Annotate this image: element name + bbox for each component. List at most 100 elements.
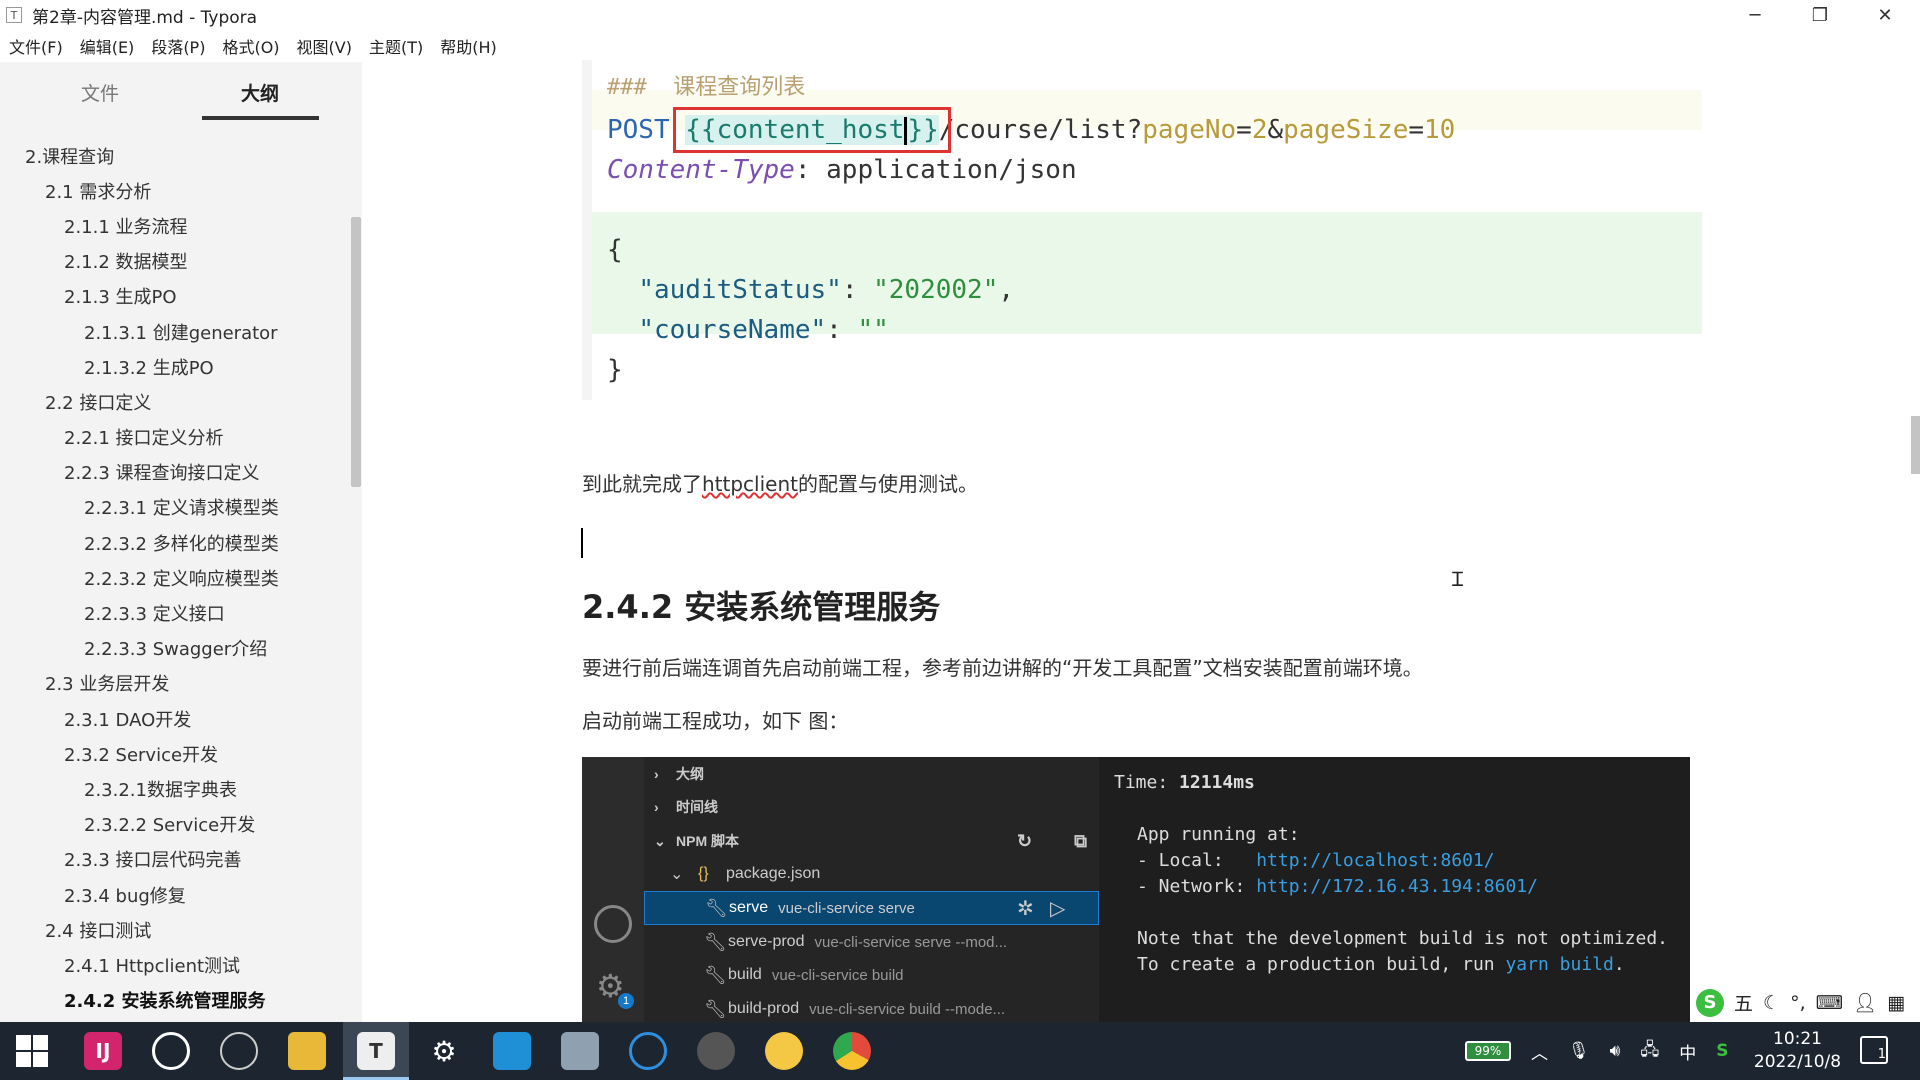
user-icon[interactable]: 👤︎ <box>1853 991 1877 1014</box>
explorer-outline-row: › 大纲 <box>654 766 704 782</box>
code-gutter <box>582 60 592 400</box>
battery-indicator[interactable]: 99% <box>1465 1041 1511 1061</box>
code-block[interactable]: ### 课程查询列表 POST {{content_host}}/course/… <box>582 60 1920 400</box>
terminal-note2: To create a production build, run yarn b… <box>1137 954 1625 975</box>
script-row-build: 🔧︎ build vue-cli-service build <box>704 964 904 985</box>
chevron-up-icon[interactable]: ︿ <box>1531 1039 1548 1064</box>
menu-edit[interactable]: 编辑(E) <box>72 34 143 58</box>
outline-item[interactable]: 2.4 接口测试 <box>0 912 350 947</box>
restore-button[interactable]: ❐ <box>1790 0 1850 30</box>
outline-item[interactable]: 2.1.2 数据模型 <box>0 244 350 279</box>
outline-item[interactable]: 2.1.1 业务流程 <box>0 208 350 243</box>
wrench-icon: 🔧︎ <box>705 897 728 918</box>
title-bar: T 第2章-内容管理.md - Typora ─ ❐ ✕ <box>0 0 1920 30</box>
code-header-line: Content-Type: application/json <box>607 155 1077 185</box>
outline-item[interactable]: 2.2 接口定义 <box>0 384 350 419</box>
close-button[interactable]: ✕ <box>1855 0 1915 30</box>
outline-item[interactable]: 2.3.4 bug修复 <box>0 877 350 912</box>
tab-files[interactable]: 文件 <box>40 62 160 122</box>
db-tool-icon[interactable] <box>561 1032 599 1070</box>
system-tray: 99% ︿ 🎙︎ 🔊︎ 🖧 中 S <box>1465 1022 1729 1080</box>
editor-scrollbar[interactable] <box>1911 416 1920 474</box>
outline-item[interactable]: 2.2.3 课程查询接口定义 <box>0 455 350 490</box>
volume-icon[interactable]: 🔊︎ <box>1610 1041 1621 1061</box>
code-close-brace: } <box>607 355 623 385</box>
refresh-icon: ↻ <box>1017 830 1033 851</box>
sogou-tray-icon[interactable]: S <box>1716 1041 1728 1061</box>
wrench-icon: 🔧︎ <box>704 931 727 952</box>
browser-icon[interactable] <box>629 1032 667 1070</box>
outline-item[interactable]: 2.2.3.3 定义接口 <box>0 595 350 630</box>
screenshot-explorer-panel: › 大纲 › 时间线 ⌄ NPM 脚本 ↻ ⧉ ⌄{} package.json 🔧︎ ser… <box>644 757 1156 1022</box>
menu-bar: 文件(F) 编辑(E) 段落(P) 格式(O) 视图(V) 主题(T) 帮助(H… <box>0 32 505 60</box>
chrome-icon[interactable] <box>833 1032 871 1070</box>
outline-item[interactable]: 2.3.3 接口层代码完善 <box>0 842 350 877</box>
outline-item[interactable]: 2.2.3.1 定义请求模型类 <box>0 490 350 525</box>
menu-help[interactable]: 帮助(H) <box>432 34 505 58</box>
eclipse-icon[interactable] <box>220 1032 258 1070</box>
terminal-network: - Network: http://172.16.43.194:8601/ <box>1137 876 1538 897</box>
menu-paragraph[interactable]: 段落(P) <box>143 34 213 58</box>
collapse-icon: ⧉ <box>1074 830 1087 851</box>
punctuation-icon[interactable]: °, <box>1790 992 1806 1014</box>
sidebar-scrollbar[interactable] <box>351 217 361 487</box>
terminal-local: - Local: http://localhost:8601/ <box>1137 850 1495 871</box>
outline-item[interactable]: 2.3.2.1数据字典表 <box>0 771 350 806</box>
obs-icon[interactable] <box>152 1032 190 1070</box>
grid-icon[interactable]: ▦ <box>1887 992 1905 1014</box>
typora-taskbar-icon[interactable]: T <box>357 1032 395 1070</box>
menu-format[interactable]: 格式(O) <box>214 34 287 58</box>
run-icon: ▷ <box>1050 897 1066 920</box>
outline-item[interactable]: 2.3 业务层开发 <box>0 666 350 701</box>
explorer-timeline-row: › 时间线 <box>654 799 718 815</box>
ibeam-cursor-icon: Ɪ <box>1452 567 1464 591</box>
menu-theme[interactable]: 主题(T) <box>361 34 431 58</box>
minimize-button[interactable]: ─ <box>1725 0 1785 30</box>
paragraph-httpclient-done[interactable]: 到此就完成了httpclient的配置与使用测试。 <box>582 468 978 497</box>
outline-item[interactable]: 2.2.3.2 多样化的模型类 <box>0 525 350 560</box>
outline-item[interactable]: 2.1.3 生成PO <box>0 279 350 314</box>
outline-item[interactable]: 2.2.1 接口定义分析 <box>0 420 350 455</box>
outline-item[interactable]: 2.2.3.2 定义响应模型类 <box>0 560 350 595</box>
editor-area[interactable]: ### 课程查询列表 POST {{content_host}}/course/… <box>362 60 1920 1022</box>
messenger-icon[interactable] <box>765 1032 803 1070</box>
embedded-screenshot[interactable]: ⚙ 1 › 大纲 › 时间线 ⌄ NPM 脚本 ↻ ⧉ ⌄{} package.json 🔧… <box>582 757 1690 1022</box>
network-icon[interactable]: 🖧 <box>1640 1037 1659 1066</box>
explorer-npm-scripts-row: ⌄ NPM 脚本 ↻ ⧉ <box>654 830 1087 851</box>
app-dark-icon[interactable] <box>697 1032 735 1070</box>
active-tab-indicator <box>202 116 319 120</box>
outline-item[interactable]: 2.4.2 安装系统管理服务 <box>0 983 350 1018</box>
microphone-icon[interactable]: 🎙︎ <box>1568 1041 1590 1061</box>
wrench-icon: 🔧︎ <box>704 964 727 985</box>
clock[interactable]: 10:21 2022/10/8 <box>1750 1028 1845 1074</box>
tab-outline[interactable]: 大纲 <box>200 62 320 122</box>
outline-item[interactable]: 2.2.3.3 Swagger介绍 <box>0 631 350 666</box>
paragraph-frontend-setup[interactable]: 要进行前后端连调首先启动前端工程，参考前边讲解的“开发工具配置”文档安装配置前端… <box>582 652 1423 681</box>
outline-item[interactable]: 2.3.1 DAO开发 <box>0 701 350 736</box>
moon-icon[interactable]: ☾ <box>1763 992 1780 1014</box>
window-title: 第2章-内容管理.md - Typora <box>32 7 258 28</box>
file-explorer-icon[interactable] <box>288 1032 326 1070</box>
sogou-ime-icon[interactable]: S <box>1696 988 1724 1017</box>
section-heading[interactable]: 2.4.2 安装系统管理服务 <box>582 582 940 628</box>
account-icon <box>594 905 632 943</box>
outline-item[interactable]: 2.1.3.2 生成PO <box>0 349 350 384</box>
outline-item[interactable]: 2.3.2.2 Service开发 <box>0 807 350 842</box>
paragraph-frontend-started[interactable]: 启动前端工程成功，如下 图： <box>582 705 848 734</box>
windows-start-icon[interactable] <box>14 1033 50 1069</box>
outline-item[interactable]: 2.4.1 Httpclient测试 <box>0 947 350 982</box>
outline-item[interactable]: 2.3.2 Service开发 <box>0 736 350 771</box>
code-comment-line: ### 课程查询列表 <box>607 75 806 100</box>
notification-center-icon[interactable]: 1 <box>1860 1036 1888 1064</box>
keyboard-icon[interactable]: ⌨ <box>1816 992 1843 1014</box>
menu-view[interactable]: 视图(V) <box>289 34 360 58</box>
input-language[interactable]: 中 <box>1679 1039 1696 1064</box>
remote-desktop-icon[interactable] <box>493 1032 531 1070</box>
settings-gear-icon[interactable]: ⚙ <box>425 1032 463 1070</box>
outline-item[interactable]: 2.1 需求分析 <box>0 173 350 208</box>
intellij-icon[interactable]: IJ <box>84 1032 122 1070</box>
ime-mode[interactable]: 五 <box>1734 989 1753 1016</box>
menu-file[interactable]: 文件(F) <box>1 34 71 58</box>
outline-item[interactable]: 2.课程查询 <box>0 138 350 173</box>
outline-item[interactable]: 2.1.3.1 创建generator <box>0 314 350 349</box>
